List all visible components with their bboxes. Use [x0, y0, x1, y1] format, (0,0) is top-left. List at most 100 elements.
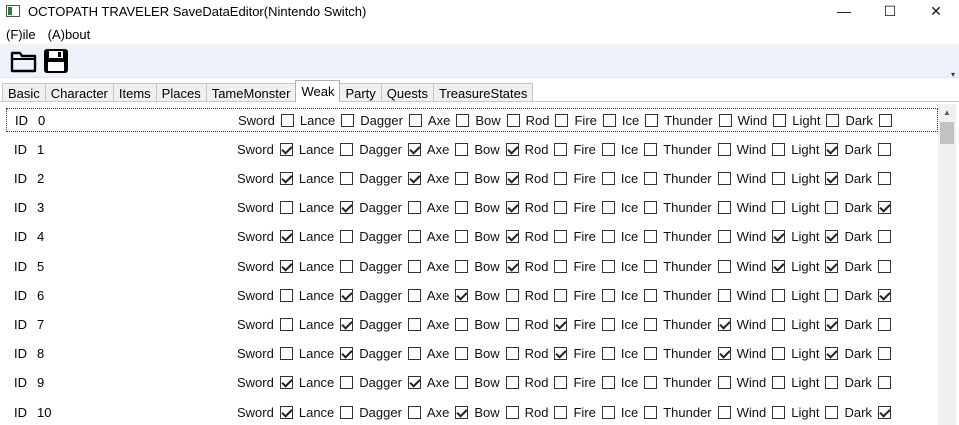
weak-wind-checkbox[interactable] [773, 113, 787, 127]
weak-light-checkbox[interactable] [825, 230, 839, 244]
weak-dagger-group[interactable]: Dagger [359, 405, 421, 420]
weak-fire-group[interactable]: Fire [573, 346, 615, 361]
weak-thunder-checkbox[interactable] [717, 201, 731, 215]
weak-ice-checkbox[interactable] [644, 230, 658, 244]
weak-dagger-checkbox[interactable] [407, 317, 421, 331]
weak-sword-checkbox[interactable] [279, 405, 293, 419]
weak-lance-checkbox[interactable] [340, 376, 354, 390]
weak-light-checkbox[interactable] [825, 288, 839, 302]
weak-dark-group[interactable]: Dark [844, 142, 891, 157]
weak-light-checkbox[interactable] [826, 113, 840, 127]
save-button[interactable] [42, 47, 70, 75]
weak-sword-checkbox[interactable] [279, 142, 293, 156]
weak-rod-checkbox[interactable] [554, 347, 568, 361]
weak-lance-group[interactable]: Lance [299, 142, 354, 157]
weak-sword-checkbox[interactable] [279, 201, 293, 215]
weak-rod-checkbox[interactable] [554, 259, 568, 273]
weak-ice-checkbox[interactable] [644, 405, 658, 419]
weak-axe-group[interactable]: Axe [427, 171, 469, 186]
weak-fire-group[interactable]: Fire [573, 229, 615, 244]
weak-ice-group[interactable]: Ice [621, 142, 658, 157]
weak-thunder-group[interactable]: Thunder [663, 405, 731, 420]
weak-lance-group[interactable]: Lance [299, 375, 354, 390]
weak-light-group[interactable]: Light [791, 142, 839, 157]
weak-dagger-group[interactable]: Dagger [360, 113, 422, 128]
weak-thunder-checkbox[interactable] [717, 405, 731, 419]
weak-bow-checkbox[interactable] [505, 405, 519, 419]
weak-dark-group[interactable]: Dark [844, 317, 891, 332]
weak-rod-group[interactable]: Rod [525, 200, 568, 215]
weak-axe-checkbox[interactable] [455, 347, 469, 361]
weak-dagger-group[interactable]: Dagger [359, 288, 421, 303]
weak-rod-checkbox[interactable] [554, 376, 568, 390]
weak-dagger-group[interactable]: Dagger [359, 317, 421, 332]
weak-dark-checkbox[interactable] [877, 347, 891, 361]
weak-rod-checkbox[interactable] [554, 230, 568, 244]
weak-wind-checkbox[interactable] [772, 405, 786, 419]
menu-about[interactable]: (A)bout [48, 27, 91, 42]
weak-rod-checkbox[interactable] [554, 317, 568, 331]
weak-fire-checkbox[interactable] [601, 317, 615, 331]
weak-bow-group[interactable]: Bow [475, 113, 520, 128]
weak-thunder-checkbox[interactable] [717, 347, 731, 361]
weak-dagger-group[interactable]: Dagger [359, 375, 421, 390]
weak-wind-group[interactable]: Wind [737, 288, 786, 303]
weak-axe-group[interactable]: Axe [427, 288, 469, 303]
weak-dagger-checkbox[interactable] [407, 201, 421, 215]
weak-sword-group[interactable]: Sword [237, 346, 293, 361]
weak-bow-group[interactable]: Bow [474, 405, 519, 420]
weak-lance-group[interactable]: Lance [299, 259, 354, 274]
weak-rod-group[interactable]: Rod [525, 346, 568, 361]
weak-wind-checkbox[interactable] [772, 142, 786, 156]
weak-dagger-group[interactable]: Dagger [359, 142, 421, 157]
weak-dagger-checkbox[interactable] [407, 230, 421, 244]
weak-dagger-checkbox[interactable] [407, 376, 421, 390]
weak-light-checkbox[interactable] [825, 171, 839, 185]
weak-dark-checkbox[interactable] [877, 376, 891, 390]
weak-wind-group[interactable]: Wind [737, 259, 786, 274]
weak-dark-checkbox[interactable] [877, 171, 891, 185]
weak-lance-checkbox[interactable] [340, 405, 354, 419]
weak-light-checkbox[interactable] [825, 376, 839, 390]
weak-lance-group[interactable]: Lance [299, 346, 354, 361]
weak-dagger-checkbox[interactable] [408, 113, 422, 127]
weak-dagger-group[interactable]: Dagger [359, 171, 421, 186]
weak-thunder-group[interactable]: Thunder [664, 113, 732, 128]
weak-bow-checkbox[interactable] [506, 113, 520, 127]
weak-bow-checkbox[interactable] [505, 259, 519, 273]
weak-light-group[interactable]: Light [791, 259, 839, 274]
weak-bow-checkbox[interactable] [505, 347, 519, 361]
weak-axe-group[interactable]: Axe [427, 317, 469, 332]
weak-sword-group[interactable]: Sword [238, 113, 294, 128]
weak-bow-group[interactable]: Bow [474, 317, 519, 332]
weak-bow-checkbox[interactable] [505, 376, 519, 390]
weak-ice-group[interactable]: Ice [621, 375, 658, 390]
weak-fire-group[interactable]: Fire [573, 259, 615, 274]
weak-thunder-group[interactable]: Thunder [663, 375, 731, 390]
weak-rod-group[interactable]: Rod [525, 317, 568, 332]
weak-fire-checkbox[interactable] [601, 405, 615, 419]
weak-light-checkbox[interactable] [825, 259, 839, 273]
weak-light-checkbox[interactable] [825, 347, 839, 361]
weak-light-group[interactable]: Light [791, 317, 839, 332]
weak-sword-group[interactable]: Sword [237, 229, 293, 244]
weak-sword-group[interactable]: Sword [237, 375, 293, 390]
weak-light-group[interactable]: Light [792, 113, 840, 128]
weak-lance-checkbox[interactable] [340, 201, 354, 215]
weak-lance-checkbox[interactable] [340, 259, 354, 273]
tab-character[interactable]: Character [44, 83, 114, 102]
weak-lance-group[interactable]: Lance [299, 229, 354, 244]
weak-thunder-checkbox[interactable] [717, 288, 731, 302]
weak-wind-group[interactable]: Wind [737, 405, 786, 420]
weak-light-group[interactable]: Light [791, 288, 839, 303]
weak-ice-group[interactable]: Ice [622, 113, 659, 128]
weak-axe-checkbox[interactable] [455, 405, 469, 419]
weak-fire-group[interactable]: Fire [573, 317, 615, 332]
weak-ice-checkbox[interactable] [644, 317, 658, 331]
weak-ice-checkbox[interactable] [644, 376, 658, 390]
tab-treasurestates[interactable]: TreasureStates [432, 83, 534, 102]
weak-fire-group[interactable]: Fire [573, 171, 615, 186]
weak-rod-group[interactable]: Rod [525, 288, 568, 303]
weak-bow-group[interactable]: Bow [474, 346, 519, 361]
weak-ice-checkbox[interactable] [644, 347, 658, 361]
